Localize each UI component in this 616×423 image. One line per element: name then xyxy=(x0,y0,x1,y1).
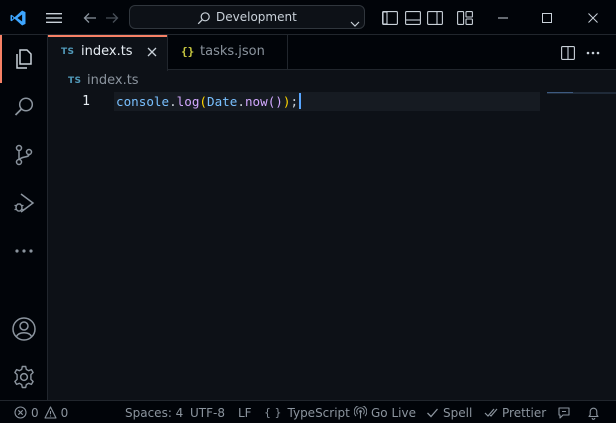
run-and-debug-icon[interactable] xyxy=(0,179,48,227)
code-token: log xyxy=(176,94,200,109)
vscode-logo-icon xyxy=(6,0,30,35)
toggle-secondary-sidebar-icon[interactable] xyxy=(425,0,445,35)
toggle-panel-icon[interactable] xyxy=(403,0,423,35)
split-editor-icon[interactable] xyxy=(558,35,578,70)
minimap[interactable] xyxy=(547,92,616,94)
problems-indicator[interactable]: 0 0 xyxy=(14,401,68,423)
tab-label: index.ts xyxy=(81,44,133,59)
more-views-icon[interactable] xyxy=(0,227,48,275)
vscode-window: Development TS index.ts {} tasks.json TS… xyxy=(0,0,616,423)
title-bar: Development xyxy=(0,0,616,35)
warning-icon xyxy=(44,406,57,419)
json-file-icon: {} xyxy=(181,45,195,58)
command-center-label: Development xyxy=(216,10,297,24)
eol-indicator[interactable]: LF xyxy=(238,401,252,423)
search-icon xyxy=(197,10,211,29)
spell-check-button[interactable]: Spell xyxy=(426,401,472,423)
warning-count: 0 xyxy=(60,405,69,420)
customize-layout-icon[interactable] xyxy=(455,0,475,35)
code-token: () xyxy=(267,94,283,109)
typescript-file-icon: TS xyxy=(61,47,75,57)
more-actions-icon[interactable] xyxy=(583,35,603,70)
editor-tabs: TS index.ts {} tasks.json xyxy=(48,35,616,71)
go-live-label: Go Live xyxy=(371,405,416,420)
maximize-icon[interactable] xyxy=(534,0,560,35)
encoding-indicator[interactable]: UTF-8 xyxy=(190,401,225,423)
code-token: now xyxy=(244,94,268,109)
spell-label: Spell xyxy=(443,405,473,420)
notifications-bell-icon[interactable] xyxy=(587,401,604,423)
code-token: . xyxy=(169,94,177,109)
go-live-button[interactable]: Go Live xyxy=(354,401,416,423)
line-number: 1 xyxy=(82,94,90,109)
language-label: TypeScript xyxy=(287,405,350,420)
command-center-search[interactable]: Development xyxy=(129,5,365,29)
code-token: console xyxy=(116,94,170,109)
close-window-icon[interactable] xyxy=(580,0,606,35)
braces-icon: { } xyxy=(264,406,282,419)
error-icon xyxy=(14,406,27,419)
broadcast-icon xyxy=(354,406,367,419)
explorer-icon[interactable] xyxy=(0,35,48,83)
prettier-label: Prettier xyxy=(502,405,547,420)
source-control-icon[interactable] xyxy=(0,131,48,179)
text-cursor xyxy=(299,93,302,109)
settings-gear-icon[interactable] xyxy=(0,353,48,401)
prettier-button[interactable]: Prettier xyxy=(484,401,546,423)
double-check-icon xyxy=(484,408,498,417)
code-token: . xyxy=(237,94,245,109)
tab-index-ts[interactable]: TS index.ts xyxy=(48,35,168,71)
status-bar: 0 0 Spaces: 4 UTF-8 LF { } TypeScript Go… xyxy=(0,400,616,423)
activity-bar xyxy=(0,35,48,400)
language-mode-indicator[interactable]: { } TypeScript xyxy=(264,401,350,423)
breadcrumb-file[interactable]: index.ts xyxy=(87,73,139,88)
minimize-icon[interactable] xyxy=(490,0,516,35)
code-editor[interactable]: 1 console.log(Date.now()); xyxy=(48,91,616,400)
search-sidebar-icon[interactable] xyxy=(0,83,48,131)
error-count: 0 xyxy=(31,405,39,420)
feedback-icon[interactable] xyxy=(557,401,575,423)
typescript-file-icon: TS xyxy=(68,76,82,86)
toggle-primary-sidebar-icon[interactable] xyxy=(380,0,400,35)
breadcrumb: TS index.ts xyxy=(48,71,616,91)
menu-icon[interactable] xyxy=(43,0,65,35)
accounts-icon[interactable] xyxy=(0,305,48,353)
indentation-indicator[interactable]: Spaces: 4 xyxy=(125,401,183,423)
code-token: ; xyxy=(290,94,299,109)
tab-label: tasks.json xyxy=(200,44,265,59)
back-arrow-icon[interactable] xyxy=(80,0,100,35)
code-line[interactable]: console.log(Date.now()); xyxy=(116,92,302,111)
chevron-down-icon[interactable] xyxy=(350,13,360,32)
check-icon xyxy=(427,408,438,418)
tab-tasks-json[interactable]: {} tasks.json xyxy=(168,35,288,70)
forward-arrow-icon[interactable] xyxy=(102,0,122,35)
code-token: ( xyxy=(199,94,208,109)
close-tab-icon[interactable] xyxy=(146,46,158,62)
code-token: Date xyxy=(207,94,238,109)
